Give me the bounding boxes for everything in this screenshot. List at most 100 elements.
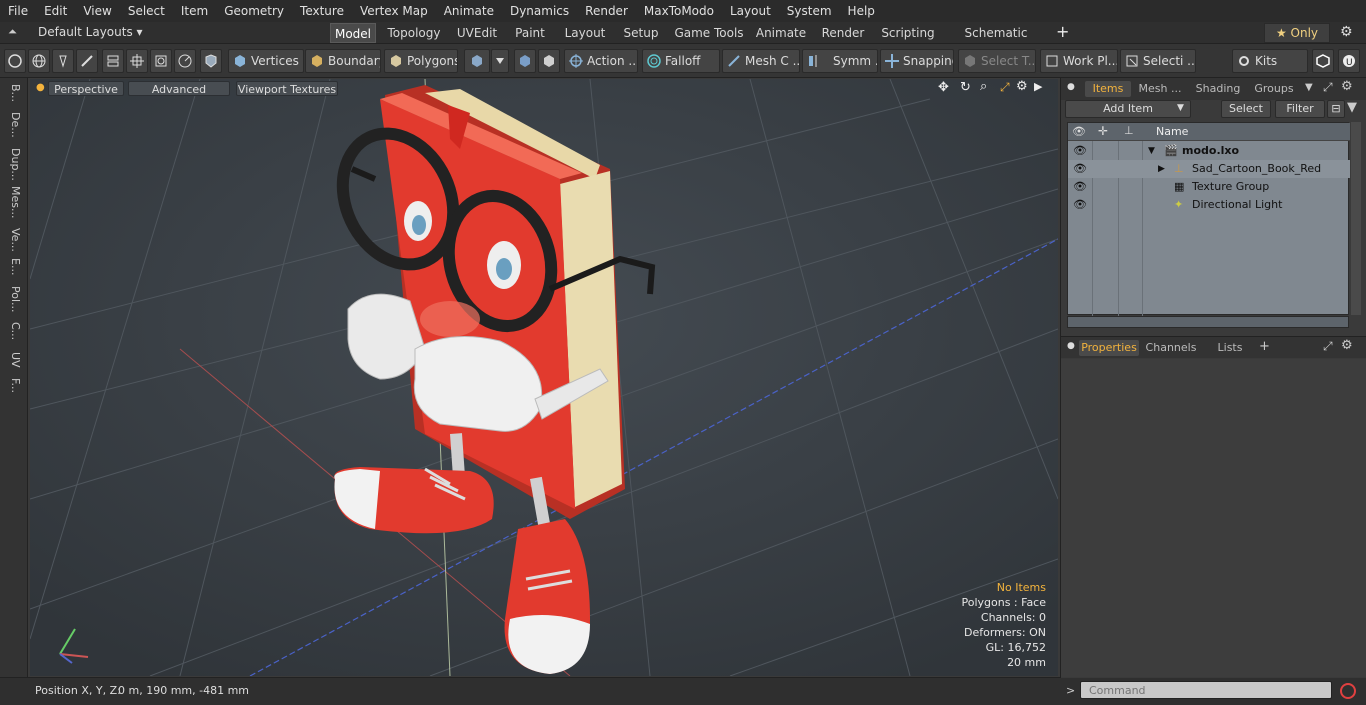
item-row-texture-group[interactable]: 👁 ▦ Texture Group	[1068, 178, 1350, 196]
move-icon[interactable]	[126, 49, 148, 73]
action-center-button[interactable]: Action ...	[564, 49, 638, 73]
chevron-down-icon[interactable]	[491, 49, 509, 73]
element-cube-icon[interactable]	[538, 49, 560, 73]
select-button[interactable]: Select	[1221, 100, 1271, 118]
add-item-chevron-icon[interactable]: ▼	[1177, 103, 1184, 113]
menu-item[interactable]: Item	[173, 0, 216, 22]
pan-icon[interactable]: ✥	[938, 80, 949, 95]
menu-file[interactable]: File	[0, 0, 36, 22]
menu-texture[interactable]: Texture	[292, 0, 352, 22]
unity-icon[interactable]	[1312, 49, 1334, 73]
only-toggle[interactable]: ★ Only	[1264, 23, 1330, 43]
eye-icon[interactable]: 👁	[1073, 160, 1087, 178]
snapping-button[interactable]: Snapping	[880, 49, 954, 73]
funnel-icon[interactable]: ▼	[1347, 100, 1357, 115]
tab-animate[interactable]: Animate	[752, 23, 810, 43]
menu-animate[interactable]: Animate	[436, 0, 502, 22]
circle-select-icon[interactable]	[4, 49, 26, 73]
brush-icon[interactable]	[76, 49, 98, 73]
left-tab-deform[interactable]: De...	[4, 112, 22, 138]
tabs-dropdown-icon[interactable]: ▼	[1305, 82, 1313, 93]
left-tab-basic[interactable]: B...	[4, 84, 22, 102]
kits-button[interactable]: Kits	[1232, 49, 1308, 73]
left-tab-fusion[interactable]: F...	[4, 378, 22, 393]
menu-edit[interactable]: Edit	[36, 0, 75, 22]
tab-topology[interactable]: Topology	[384, 23, 444, 43]
item-row-mesh[interactable]: 👁 ▶ ⊥ Sad_Cartoon_Book_Red	[1068, 160, 1350, 178]
symmetry-button[interactable]: Symm ...	[802, 49, 878, 73]
menu-system[interactable]: System	[779, 0, 840, 22]
left-tab-edge[interactable]: E...	[4, 258, 22, 275]
tab-game-tools[interactable]: Game Tools	[672, 23, 746, 43]
rotate-icon[interactable]	[150, 49, 172, 73]
tab-paint[interactable]: Paint	[510, 23, 550, 43]
menu-view[interactable]: View	[75, 0, 119, 22]
add-tab-button[interactable]: +	[1056, 22, 1069, 41]
eye-icon[interactable]: 👁	[1073, 142, 1087, 160]
add-props-tab-button[interactable]: +	[1259, 339, 1270, 354]
tab-lists[interactable]: Lists	[1207, 340, 1253, 356]
left-tab-polygon[interactable]: Pol...	[4, 286, 22, 313]
tab-model[interactable]: Model	[330, 23, 376, 43]
menu-maxtomodo[interactable]: MaxToModo	[636, 0, 722, 22]
menu-layout[interactable]: Layout	[722, 0, 779, 22]
menu-help[interactable]: Help	[840, 0, 883, 22]
mesh-constraint-button[interactable]: Mesh C ...	[722, 49, 800, 73]
item-row-scene[interactable]: 👁 ▼ 🎬 modo.lxo	[1068, 142, 1350, 160]
command-input[interactable]	[1080, 681, 1332, 699]
record-icon[interactable]	[1338, 681, 1358, 701]
viewport-gear-icon[interactable]: ⚙	[1016, 79, 1028, 94]
3d-viewport[interactable]: ● Perspective Advanced Viewport Textures…	[30, 79, 1058, 676]
expand-arrow-icon[interactable]: ▶	[1158, 160, 1165, 178]
unreal-icon[interactable]: U	[1338, 49, 1360, 73]
tab-scripting[interactable]: Scripting	[878, 23, 938, 43]
vertices-button[interactable]: Vertices	[228, 49, 304, 73]
work-plane-button[interactable]: Work Pl...	[1040, 49, 1118, 73]
props-gear-icon[interactable]: ⚙	[1341, 338, 1353, 353]
symmetry-cube-icon[interactable]	[514, 49, 536, 73]
add-item-button[interactable]: Add Item	[1065, 100, 1191, 118]
expand-arrow-icon[interactable]: ▼	[1148, 142, 1155, 160]
viewport-textures-button[interactable]: Viewport Textures	[236, 81, 338, 96]
left-tab-vertex[interactable]: Ve...	[4, 228, 22, 252]
item-list-vscroll[interactable]	[1351, 122, 1361, 315]
maximize-icon[interactable]: ⤢	[1000, 80, 1010, 95]
tab-properties[interactable]: Properties	[1079, 340, 1139, 356]
default-layouts-dropdown[interactable]: Default Layouts ▾	[38, 25, 143, 39]
polygons-button[interactable]: Polygons	[384, 49, 458, 73]
menu-dynamics[interactable]: Dynamics	[502, 0, 577, 22]
name-column-header[interactable]: Name	[1156, 125, 1188, 138]
globe-icon[interactable]	[28, 49, 50, 73]
tab-uvedit[interactable]: UVEdit	[452, 23, 502, 43]
scale-icon[interactable]	[174, 49, 196, 73]
menu-vertex-map[interactable]: Vertex Map	[352, 0, 436, 22]
rotate-view-icon[interactable]: ↻	[960, 80, 971, 95]
pen-icon[interactable]	[52, 49, 74, 73]
panel-expand-icon[interactable]: ⤢	[1323, 80, 1333, 95]
menu-render[interactable]: Render	[577, 0, 636, 22]
tab-schematic-fusion[interactable]: Schematic Fusion	[946, 23, 1046, 60]
filter-button[interactable]: Filter	[1275, 100, 1325, 118]
menu-geometry[interactable]: Geometry	[216, 0, 292, 22]
shield-icon[interactable]	[200, 49, 222, 73]
tab-mesh[interactable]: Mesh ...	[1135, 81, 1185, 97]
advanced-button[interactable]: Advanced	[128, 81, 230, 96]
tab-channels[interactable]: Channels	[1143, 340, 1199, 356]
gear-icon[interactable]: ⚙	[1340, 24, 1353, 40]
left-tab-mesh-edit[interactable]: Mes...	[4, 186, 22, 218]
props-expand-icon[interactable]: ⤢	[1323, 339, 1333, 354]
tab-groups[interactable]: Groups	[1249, 81, 1299, 97]
item-row-light[interactable]: 👁 ✦ Directional Light	[1068, 196, 1350, 214]
panel-gear-icon[interactable]: ⚙	[1341, 79, 1353, 94]
tab-layout[interactable]: Layout	[558, 23, 612, 43]
eye-icon[interactable]: 👁	[1073, 178, 1087, 196]
left-tab-curve[interactable]: C...	[4, 322, 22, 340]
cube-mode-icon[interactable]	[464, 49, 490, 73]
collapse-list-icon[interactable]: ⊟	[1327, 100, 1345, 118]
tab-shading[interactable]: Shading	[1191, 81, 1245, 97]
boundary-button[interactable]: Boundary	[305, 49, 381, 73]
zoom-icon[interactable]: ⌕	[980, 79, 987, 94]
eye-icon[interactable]: 👁	[1073, 196, 1087, 214]
tab-items[interactable]: Items	[1085, 81, 1131, 97]
left-tab-duplicate[interactable]: Dup...	[4, 148, 22, 181]
